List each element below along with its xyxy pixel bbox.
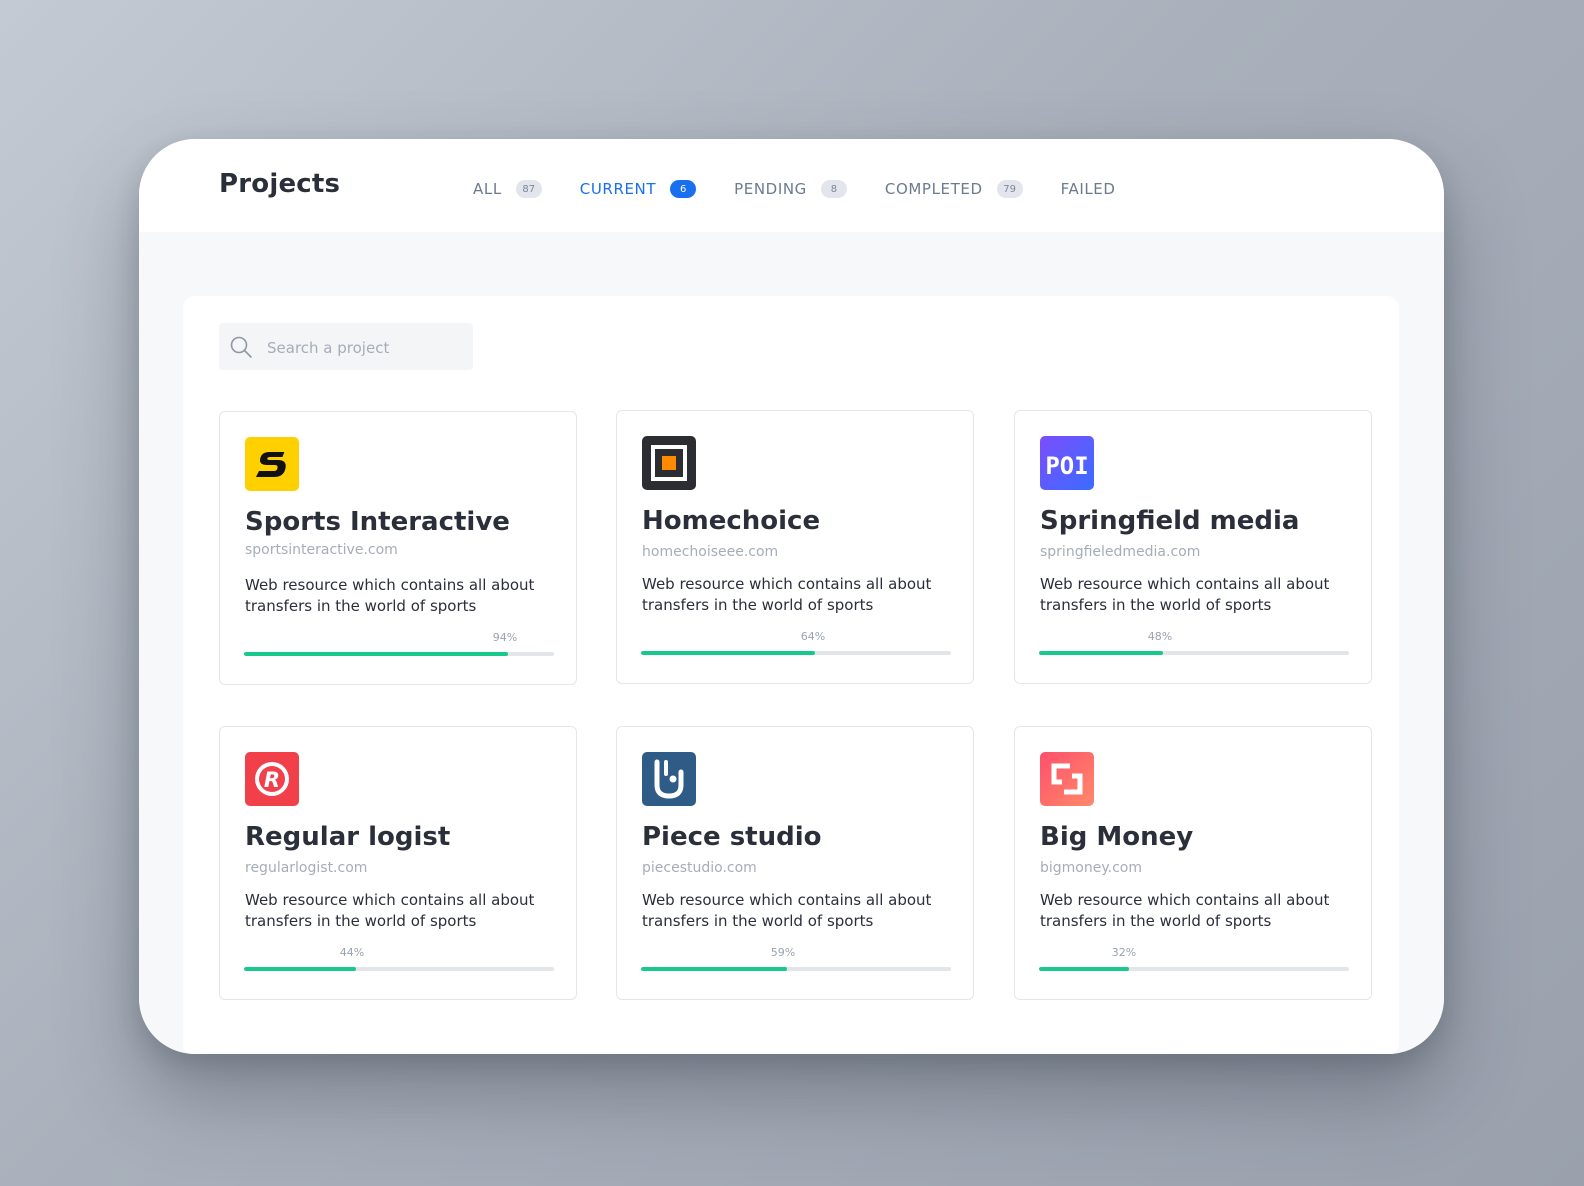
project-url[interactable]: sportsinteractive.com bbox=[245, 542, 398, 558]
big-money-logo bbox=[1040, 752, 1094, 806]
project-description: Web resource which contains all about tr… bbox=[245, 891, 535, 930]
progress-bar bbox=[641, 651, 951, 655]
search-input[interactable] bbox=[265, 323, 469, 372]
homechoice-logo bbox=[642, 436, 696, 490]
project-name: Big Money bbox=[1040, 822, 1194, 852]
page-title: Projects bbox=[219, 169, 341, 199]
tab-count-badge: 6 bbox=[670, 180, 697, 198]
tab-current[interactable]: CURRENT 6 bbox=[579, 180, 697, 198]
tab-completed[interactable]: COMPLETED 79 bbox=[885, 180, 1023, 198]
tab-label: ALL bbox=[473, 180, 502, 198]
tab-failed[interactable]: FAILED bbox=[1061, 180, 1116, 198]
app-window: Projects ALL 87 CURRENT 6 PENDING 8 COMP… bbox=[139, 139, 1444, 1054]
progress-percent: 64% bbox=[800, 630, 826, 643]
project-name: Regular logist bbox=[245, 822, 451, 852]
search-icon bbox=[230, 336, 252, 358]
progress-bar bbox=[244, 652, 554, 656]
sports-interactive-logo bbox=[245, 437, 299, 491]
tab-pending[interactable]: PENDING 8 bbox=[734, 180, 847, 198]
project-card-regular-logist[interactable]: R Regular logist regularlogist.com Web r… bbox=[219, 726, 577, 1000]
project-url[interactable]: homechoiseee.com bbox=[642, 544, 778, 560]
progress-fill bbox=[1039, 651, 1163, 655]
project-url[interactable]: springfieledmedia.com bbox=[1040, 544, 1200, 560]
project-card-sports-interactive[interactable]: Sports Interactive sportsinteractive.com… bbox=[219, 411, 577, 685]
project-url[interactable]: piecestudio.com bbox=[642, 860, 757, 876]
project-description: Web resource which contains all about tr… bbox=[1040, 891, 1330, 930]
progress-percent: 44% bbox=[339, 946, 365, 959]
tab-label: PENDING bbox=[734, 180, 807, 198]
project-name: Piece studio bbox=[642, 822, 822, 852]
project-name: Sports Interactive bbox=[245, 507, 510, 537]
project-url[interactable]: bigmoney.com bbox=[1040, 860, 1142, 876]
project-description: Web resource which contains all about tr… bbox=[642, 891, 932, 930]
tab-all[interactable]: ALL 87 bbox=[473, 180, 542, 198]
progress-percent: 59% bbox=[770, 946, 796, 959]
project-description: Web resource which contains all about tr… bbox=[1040, 575, 1330, 614]
tab-bar: ALL 87 CURRENT 6 PENDING 8 COMPLETED 79 … bbox=[473, 177, 1154, 201]
progress-fill bbox=[1039, 967, 1129, 971]
progress-percent: 94% bbox=[492, 631, 518, 644]
project-description: Web resource which contains all about tr… bbox=[245, 576, 535, 615]
progress-percent: 48% bbox=[1147, 630, 1173, 643]
project-card-piece-studio[interactable]: Piece studio piecestudio.com Web resourc… bbox=[616, 726, 974, 1000]
piece-studio-logo bbox=[642, 752, 696, 806]
tab-count-badge: 79 bbox=[996, 180, 1023, 198]
regular-logist-logo: R bbox=[245, 752, 299, 806]
tab-label: CURRENT bbox=[579, 180, 657, 198]
search-box[interactable] bbox=[219, 323, 473, 372]
progress-bar bbox=[244, 967, 554, 971]
progress-percent: 32% bbox=[1111, 946, 1137, 959]
tab-label: FAILED bbox=[1060, 180, 1116, 198]
progress-bar bbox=[641, 967, 951, 971]
tab-count-badge: 87 bbox=[515, 180, 542, 198]
progress-fill bbox=[244, 652, 508, 656]
projects-panel: Sports Interactive sportsinteractive.com… bbox=[183, 296, 1399, 1054]
progress-fill bbox=[244, 967, 356, 971]
svg-text:POI: POI bbox=[1045, 452, 1088, 480]
progress-bar bbox=[1039, 967, 1349, 971]
tab-count-badge: 8 bbox=[820, 180, 847, 198]
project-name: Homechoice bbox=[642, 506, 821, 536]
project-description: Web resource which contains all about tr… bbox=[642, 575, 932, 614]
svg-text:R: R bbox=[264, 768, 280, 792]
progress-fill bbox=[641, 967, 787, 971]
progress-fill bbox=[641, 651, 815, 655]
project-card-homechoice[interactable]: Homechoice homechoiseee.com Web resource… bbox=[616, 410, 974, 684]
springfield-media-logo: POI bbox=[1040, 436, 1094, 490]
project-name: Springfield media bbox=[1040, 506, 1300, 536]
project-card-big-money[interactable]: Big Money bigmoney.com Web resource whic… bbox=[1014, 726, 1372, 1000]
project-card-springfield-media[interactable]: POI Springfield media springfieledmedia.… bbox=[1014, 410, 1372, 684]
project-url[interactable]: regularlogist.com bbox=[245, 860, 367, 876]
progress-bar bbox=[1039, 651, 1349, 655]
tab-label: COMPLETED bbox=[884, 180, 983, 198]
header: Projects ALL 87 CURRENT 6 PENDING 8 COMP… bbox=[139, 139, 1444, 232]
